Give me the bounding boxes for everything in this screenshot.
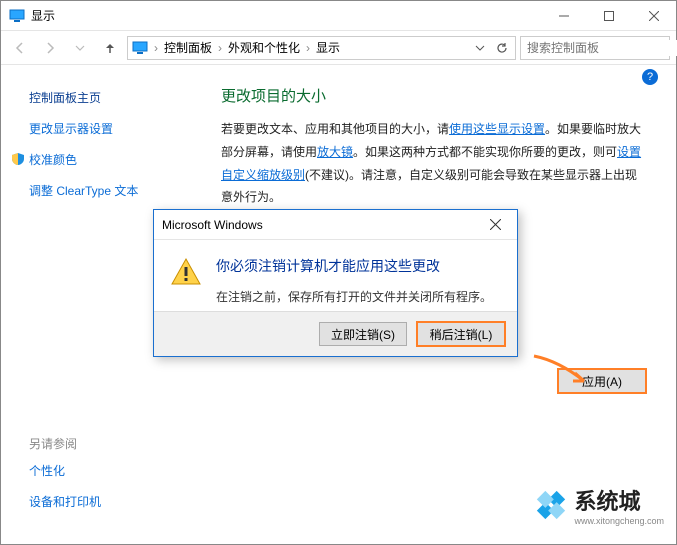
breadcrumb-item[interactable]: 显示 [316,39,340,56]
navbar: › 控制面板 › 外观和个性化 › 显示 [1,31,676,65]
warning-icon [170,256,204,305]
sidebar-item-home[interactable]: 控制面板主页 [29,89,193,106]
dialog-main-text: 你必须注销计算机才能应用这些更改 [216,256,492,276]
breadcrumb-item[interactable]: 外观和个性化 [228,39,300,56]
help-icon[interactable]: ? [642,69,658,85]
display-icon [9,8,25,24]
dialog-titlebar: Microsoft Windows [154,210,517,240]
sidebar-item-label: 校准颜色 [29,153,77,167]
shield-icon [11,152,25,166]
page-heading: 更改项目的大小 [221,85,646,106]
search-input[interactable] [525,40,677,56]
address-bar[interactable]: › 控制面板 › 外观和个性化 › 显示 [127,36,516,60]
watermark: 系统城 www.xitongcheng.com [534,484,664,526]
sidebar-item-change-display[interactable]: 更改显示器设置 [29,120,193,137]
link-display-settings[interactable]: 使用这些显示设置 [449,122,545,136]
dialog-sub-text: 在注销之前，保存所有打开的文件并关闭所有程序。 [216,288,492,305]
dialog-close-button[interactable] [481,214,509,236]
watermark-logo-icon [534,488,568,522]
sidebar-item-cleartype[interactable]: 调整 ClearType 文本 [29,182,193,199]
crumb-sep-icon: › [218,41,222,55]
back-button[interactable] [7,35,33,61]
maximize-button[interactable] [586,1,631,31]
see-also: 另请参阅 个性化 设备和打印机 [29,435,101,524]
apply-button[interactable]: 应用(A) [558,369,646,393]
address-dropdown[interactable] [471,39,489,57]
logoff-later-button[interactable]: 稍后注销(L) [417,322,505,346]
close-button[interactable] [631,1,676,31]
minimize-button[interactable] [541,1,586,31]
display-icon [132,40,148,56]
watermark-url: www.xitongcheng.com [574,516,664,526]
body-paragraph: 若要更改文本、应用和其他项目的大小，请使用这些显示设置。如果要临时放大部分屏幕，… [221,118,646,209]
link-magnifier[interactable]: 放大镜 [317,145,353,159]
crumb-sep-icon: › [306,41,310,55]
logoff-dialog: Microsoft Windows 你必须注销计算机才能应用这些更改 在注销之前… [153,209,518,357]
refresh-button[interactable] [493,39,511,57]
titlebar: 显示 [1,1,676,31]
crumb-sep-icon: › [154,41,158,55]
see-also-personalization[interactable]: 个性化 [29,462,101,479]
up-button[interactable] [97,35,123,61]
sidebar-item-calibrate-color[interactable]: 校准颜色 [29,151,193,168]
logoff-now-button[interactable]: 立即注销(S) [319,322,407,346]
forward-button[interactable] [37,35,63,61]
see-also-devices-printers[interactable]: 设备和打印机 [29,493,101,510]
dialog-title: Microsoft Windows [162,218,263,232]
breadcrumb-item[interactable]: 控制面板 [164,39,212,56]
window-title: 显示 [31,7,55,24]
see-also-header: 另请参阅 [29,435,101,452]
search-box[interactable] [520,36,670,60]
watermark-text: 系统城 [574,484,664,516]
recent-dropdown[interactable] [67,35,93,61]
